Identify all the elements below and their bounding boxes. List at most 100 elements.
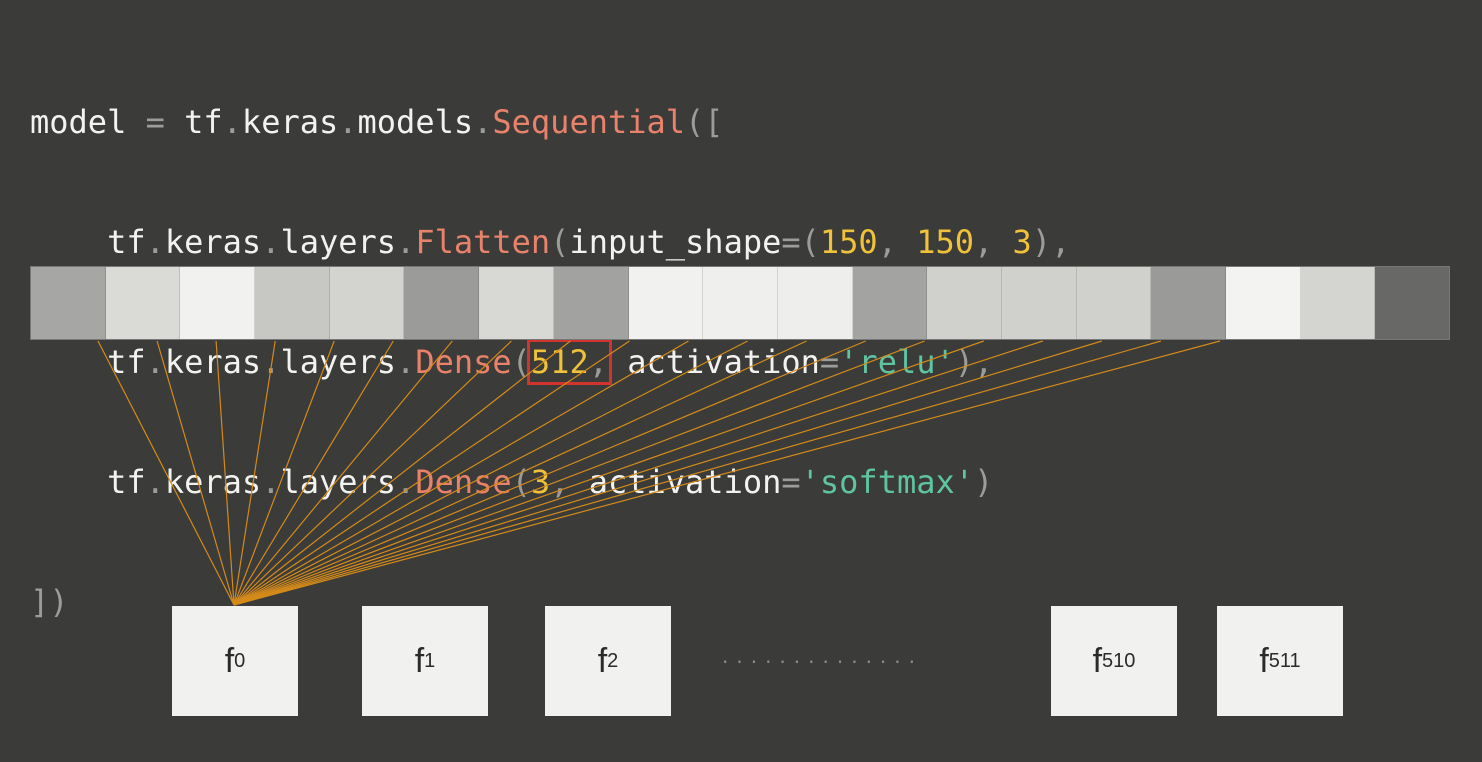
code-token: .: [145, 463, 165, 501]
input-cell: [1226, 267, 1301, 339]
input-cell: [553, 267, 629, 339]
code-token: ),: [954, 343, 994, 381]
neuron-f0: f0: [172, 606, 298, 716]
code-token: tf: [164, 103, 223, 141]
neuron-f511: f 511: [1217, 606, 1343, 716]
neuron-f510: f 510: [1051, 606, 1177, 716]
input-cell: [105, 267, 181, 339]
code-token: (: [800, 223, 820, 261]
code-token: =: [819, 343, 840, 381]
code-line-4: tf.keras.layers.Dense(3, activation='sof…: [30, 462, 1070, 502]
code-line-2: tf.keras.layers.Flatten(input_shape=(150…: [30, 222, 1070, 262]
neuron-f1: f1: [362, 606, 488, 716]
code-token: .: [261, 223, 281, 261]
input-cell: [1300, 267, 1376, 339]
code-token: ,: [877, 223, 917, 261]
input-cell: [777, 267, 853, 339]
code-token: .: [222, 103, 242, 141]
code-token: keras: [164, 223, 262, 261]
code-token: keras: [241, 103, 339, 141]
neuron-f2: f2: [545, 606, 671, 716]
code-token-function: Dense: [415, 343, 512, 381]
code-token: tf: [107, 223, 146, 261]
neuron-label: f: [597, 641, 608, 680]
code-token: .: [396, 463, 416, 501]
input-cell: [329, 267, 405, 339]
code-token: activation: [607, 343, 820, 381]
neuron-index: 510: [1102, 649, 1136, 672]
code-token: ): [974, 463, 994, 501]
code-token: tf: [107, 343, 146, 381]
code-token-string: 'relu': [839, 343, 955, 381]
code-token-string: 'softmax': [800, 463, 975, 501]
code-token: layers: [280, 343, 397, 381]
neuron-index: 2: [607, 649, 619, 672]
input-cell: [180, 267, 256, 339]
input-cell: [1001, 267, 1077, 339]
neuron-label: f: [414, 641, 425, 680]
code-token: ,: [974, 223, 1013, 261]
code-token: (: [550, 223, 570, 261]
code-token: .: [261, 343, 281, 381]
flattened-input-strip: [30, 266, 1450, 340]
code-token: .: [396, 343, 416, 381]
code-token-function: Dense: [415, 463, 512, 501]
input-cell: [479, 267, 554, 339]
input-cell: [1076, 267, 1152, 339]
code-token: ([: [685, 103, 724, 141]
code-token: tf: [107, 463, 146, 501]
code-token: input_shape: [569, 223, 782, 261]
code-token: =: [145, 103, 165, 141]
code-token-function: Flatten: [415, 223, 551, 261]
input-cell: [31, 267, 106, 339]
code-token: ,: [550, 463, 570, 501]
code-token-number: 150: [916, 223, 975, 261]
code-token: (: [511, 343, 531, 381]
code-token: model: [30, 103, 146, 141]
code-token: keras: [164, 343, 262, 381]
code-token-number: 3: [1012, 223, 1032, 261]
neuron-label: f: [1259, 641, 1269, 680]
neuron-label: f: [224, 641, 235, 680]
code-token: layers: [280, 463, 397, 501]
code-token: layers: [280, 223, 397, 261]
neuron-index: 0: [234, 649, 246, 672]
code-token: ]): [30, 583, 69, 621]
code-token: ),: [1031, 223, 1071, 261]
input-cell: [1151, 267, 1226, 339]
code-block: model = tf.keras.models.Sequential([ tf.…: [30, 22, 1070, 662]
code-token: .: [261, 463, 281, 501]
code-token: ,: [588, 343, 608, 381]
code-token-number: 3: [530, 463, 551, 501]
code-line-3: tf.keras.layers.Dense(512, activation='r…: [30, 339, 1070, 385]
input-cell: [927, 267, 1002, 339]
highlight-box: 512,: [526, 339, 612, 385]
input-cell: [255, 267, 330, 339]
code-token: (: [511, 463, 531, 501]
code-token: .: [473, 103, 493, 141]
input-cell: [1375, 267, 1450, 339]
code-token: models: [357, 103, 474, 141]
code-token-number: 150: [819, 223, 878, 261]
code-token: .: [145, 223, 165, 261]
code-token: keras: [164, 463, 262, 501]
input-cell: [404, 267, 480, 339]
code-token: .: [145, 343, 165, 381]
neuron-label: f: [1092, 641, 1103, 680]
ellipsis: ··············: [722, 650, 924, 674]
neuron-index: 1: [424, 649, 436, 672]
code-token: =: [781, 463, 801, 501]
code-token: activation: [569, 463, 782, 501]
code-token-function: Sequential: [492, 103, 686, 141]
code-token: =: [781, 223, 801, 261]
input-cell: [703, 267, 778, 339]
code-token-number: 512: [530, 343, 589, 381]
input-cell: [628, 267, 704, 339]
code-line-1: model = tf.keras.models.Sequential([: [30, 102, 1070, 142]
neuron-index: 511: [1268, 649, 1301, 672]
code-token: .: [396, 223, 416, 261]
code-token: .: [338, 103, 358, 141]
